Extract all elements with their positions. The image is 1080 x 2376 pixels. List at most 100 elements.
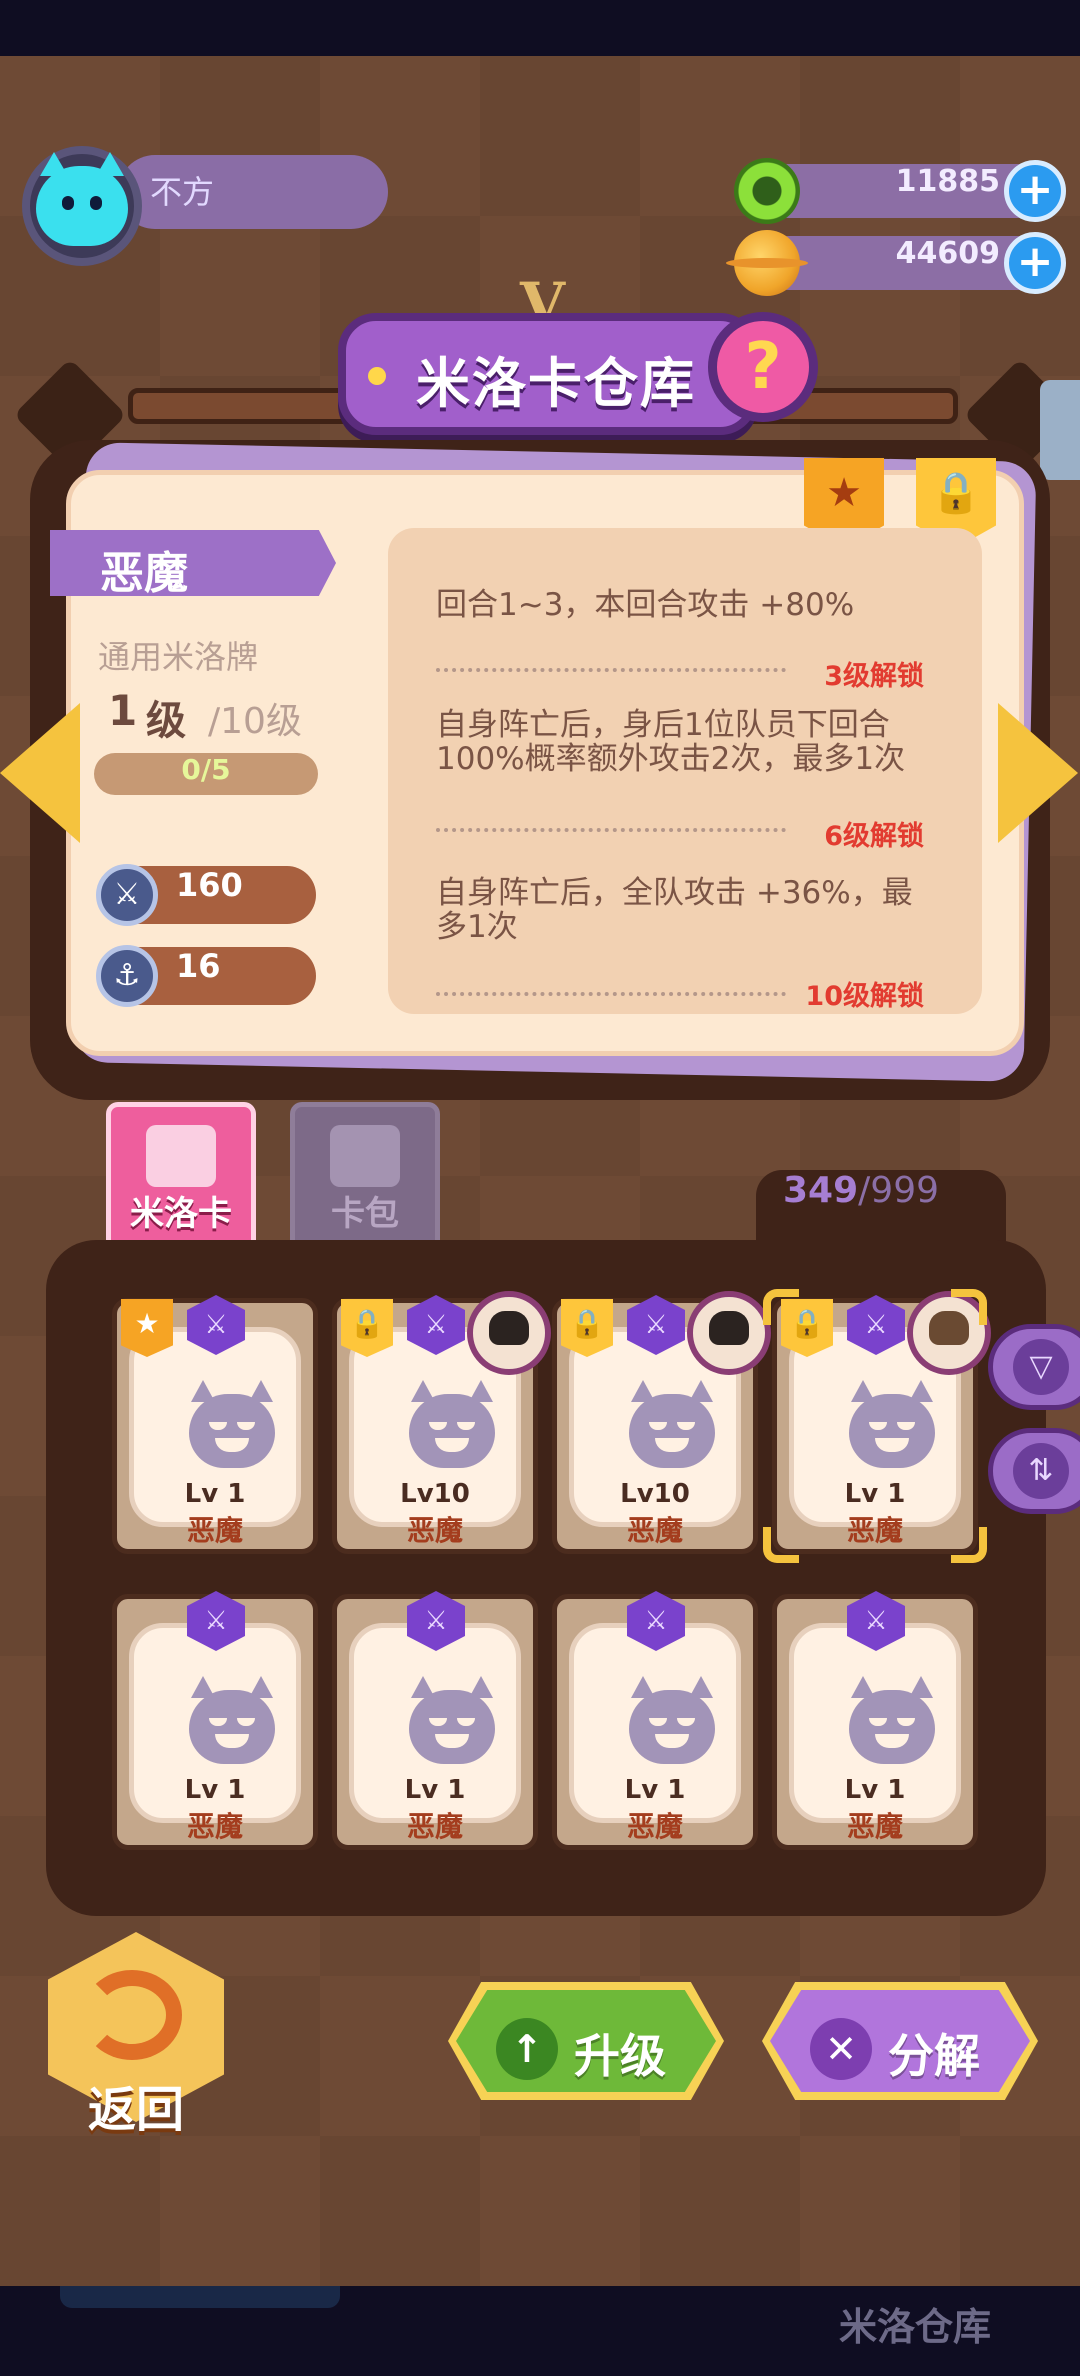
skill-description: 回合1~3，本回合攻击 +80% <box>436 587 855 623</box>
currency-bar-green: 11885 + <box>734 158 1066 224</box>
card-name-label: 恶魔 <box>186 1514 243 1547</box>
upgrade-progress-text: 0/5 <box>181 753 231 786</box>
demon-portrait-icon <box>629 1380 715 1468</box>
card-slot[interactable]: ⚔ Lv 1 恶魔 <box>112 1591 318 1850</box>
card-name-label: 恶魔 <box>626 1514 683 1547</box>
demon-portrait-icon <box>849 1676 935 1764</box>
card-level: 1 <box>108 686 138 735</box>
player-avatar[interactable] <box>22 146 142 266</box>
selection-corner <box>951 1527 987 1563</box>
card-level-max: /10级 <box>208 701 302 742</box>
filter-icon: ▽ <box>1013 1339 1069 1395</box>
divider <box>436 668 786 672</box>
add-currency-button[interactable]: + <box>1004 232 1066 294</box>
upgrade-label: 升级 <box>574 2029 666 2083</box>
bottom-nav-item <box>60 2286 340 2308</box>
inventory-count: 349/999 <box>756 1170 1006 1250</box>
divider <box>436 828 786 832</box>
card-slot[interactable]: ⚔ Lv 1 恶魔 <box>772 1591 978 1850</box>
card-level-label: Lv 1 <box>404 1775 466 1805</box>
selection-corner <box>763 1527 799 1563</box>
gold-planet-coin-icon <box>726 230 808 296</box>
green-donut-coin-icon <box>734 158 800 224</box>
skill-unlock-level: 3级解锁 <box>824 661 924 692</box>
lock-badge-icon: 🔒 <box>561 1299 613 1357</box>
card-name-label: 恶魔 <box>186 1810 243 1843</box>
attack-value: 160 <box>176 866 243 904</box>
selection-corner <box>951 1289 987 1325</box>
decompose-label: 分解 <box>888 2029 980 2083</box>
bottom-tab-warehouse: 米洛仓库 <box>838 2305 991 2349</box>
card-name-label: 恶魔 <box>846 1514 903 1547</box>
card-slot[interactable]: ⚔ Lv 1 恶魔 ★ <box>112 1295 318 1554</box>
tab-milo-cards[interactable]: 米洛卡 <box>106 1102 256 1252</box>
banner-dot-icon <box>368 367 386 385</box>
equipped-character-avatar <box>467 1291 551 1375</box>
back-button-label: 返回 <box>87 2082 184 2138</box>
arrow-up-icon: ↑ <box>496 2018 558 2080</box>
lock-badge-icon: 🔒 <box>341 1299 393 1357</box>
currency-value: 11885 <box>895 164 1000 199</box>
card-level-label: Lv 1 <box>844 1479 906 1509</box>
attack-icon: ⚔ <box>96 864 158 926</box>
add-currency-button[interactable]: + <box>1004 160 1066 222</box>
card-level-label: Lv10 <box>620 1479 690 1509</box>
cat-face-icon <box>36 152 128 246</box>
card-slot[interactable]: ⚔ Lv 1 恶魔 🔒 <box>763 1289 991 1563</box>
card-slot[interactable]: ⚔ Lv 1 恶魔 <box>332 1591 538 1850</box>
skill-unlock-level: 6级解锁 <box>824 821 924 852</box>
divider <box>436 992 786 996</box>
prev-card-arrow[interactable] <box>0 703 80 843</box>
demon-portrait-icon <box>409 1676 495 1764</box>
card-type: 通用米洛牌 <box>98 638 259 676</box>
upgrade-button[interactable]: ↑ 升级 <box>448 1982 724 2100</box>
skill-description: 自身阵亡后，全队攻击 +36%，最多1次 <box>436 875 913 945</box>
star-badge-icon: ★ <box>121 1299 173 1357</box>
defense-value: 16 <box>176 947 221 985</box>
inventory-count-value: 349 <box>783 1170 859 1211</box>
title-banner: 米洛卡仓库 <box>338 313 758 435</box>
selection-corner <box>763 1289 799 1325</box>
card-name-label: 恶魔 <box>406 1514 463 1547</box>
card-name-label: 恶魔 <box>406 1810 463 1843</box>
card-name: 恶魔 <box>100 548 188 599</box>
card-level-label: Lv10 <box>400 1479 470 1509</box>
equipped-character-avatar <box>687 1291 771 1375</box>
tab-label: 卡包 <box>331 1194 399 1234</box>
card-level-unit: 级 <box>146 698 186 744</box>
return-arrow-icon <box>82 1970 182 2060</box>
sort-icon: ⇅ <box>1013 1443 1069 1499</box>
side-scroll-handle[interactable] <box>1040 380 1080 480</box>
skill-description: 自身阵亡后，身后1位队员下回合100%概率额外攻击2次，最多1次 <box>436 707 906 777</box>
card-slot[interactable]: ⚔ Lv10 恶魔 🔒 <box>552 1291 771 1554</box>
card-level-label: Lv 1 <box>184 1775 246 1805</box>
page-title: 米洛卡仓库 <box>416 352 696 415</box>
filter-button[interactable]: ▽ <box>988 1324 1080 1410</box>
decompose-button[interactable]: ✕ 分解 <box>762 1982 1038 2100</box>
currency-value: 44609 <box>895 236 1000 271</box>
help-button[interactable]: ? <box>708 312 818 422</box>
card-name-label: 恶魔 <box>846 1810 903 1843</box>
demon-portrait-icon <box>629 1676 715 1764</box>
card-slot[interactable]: ⚔ Lv10 恶魔 🔒 <box>332 1291 551 1554</box>
demon-portrait-icon <box>189 1676 275 1764</box>
currency-bar-gold: 44609 + <box>726 230 1066 296</box>
card-pack-icon <box>330 1125 400 1187</box>
tab-label: 米洛卡 <box>130 1194 232 1234</box>
card-slot[interactable]: ⚔ Lv 1 恶魔 <box>552 1591 758 1850</box>
next-card-arrow[interactable] <box>998 703 1078 843</box>
skill-unlock-level: 10级解锁 <box>805 981 924 1012</box>
demon-portrait-icon <box>849 1380 935 1468</box>
card-name-label: 恶魔 <box>626 1810 683 1843</box>
card-name-band <box>50 530 336 596</box>
card-level-label: Lv 1 <box>184 1479 246 1509</box>
card-level-label: Lv 1 <box>844 1775 906 1805</box>
card-level-label: Lv 1 <box>624 1775 686 1805</box>
sort-button[interactable]: ⇅ <box>988 1428 1080 1514</box>
demon-portrait-icon <box>409 1380 495 1468</box>
tab-card-pack[interactable]: 卡包 <box>290 1102 440 1252</box>
demon-portrait-icon <box>189 1380 275 1468</box>
player-name[interactable]: 不方 <box>118 155 388 229</box>
defense-icon: ⚓ <box>96 945 158 1007</box>
inventory-count-max: /999 <box>858 1170 939 1211</box>
